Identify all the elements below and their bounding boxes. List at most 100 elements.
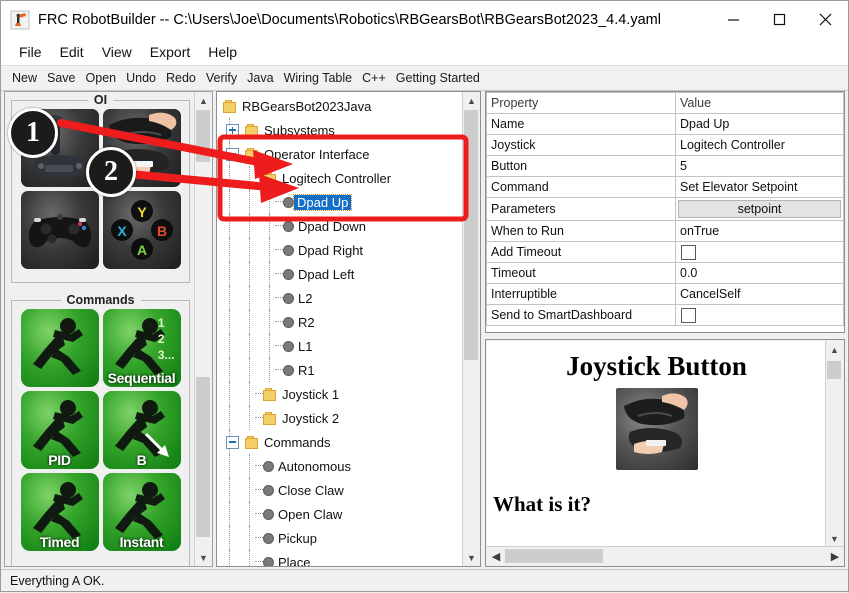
property-value-cell[interactable] — [676, 305, 844, 326]
tree-node[interactable]: R1 — [217, 358, 464, 382]
menu-file[interactable]: File — [10, 41, 51, 63]
tree-node[interactable]: Dpad Down — [217, 214, 464, 238]
help-hscroll-thumb[interactable] — [505, 549, 603, 563]
tree-guide-line — [249, 526, 251, 550]
help-vertical-scrollbar[interactable]: ▲ ▼ — [825, 341, 843, 547]
menu-edit[interactable]: Edit — [51, 41, 93, 63]
tree-scroll-thumb[interactable] — [464, 110, 478, 360]
tree-scroll-up-icon[interactable]: ▲ — [463, 92, 480, 109]
tree-guide-line — [275, 201, 283, 202]
menu-export[interactable]: Export — [141, 41, 199, 63]
tree-node[interactable]: Commands — [217, 430, 464, 454]
palette-tile-joystick-button-tile[interactable] — [103, 109, 181, 187]
palette-tile-joystick-tile[interactable] — [21, 109, 99, 187]
toolbar-redo[interactable]: Redo — [161, 68, 201, 88]
tree-guide-line — [255, 417, 263, 418]
tree-node-label: Close Claw — [274, 483, 344, 498]
tree-node[interactable]: L1 — [217, 334, 464, 358]
palette-tile-command-group-tile[interactable]: B — [103, 391, 181, 469]
tree-node[interactable]: Pickup — [217, 526, 464, 550]
palette-tile-sequential-command-tile[interactable]: 123...Sequential — [103, 309, 181, 387]
tree-node[interactable]: Close Claw — [217, 478, 464, 502]
robotbuilder-window: FRC RobotBuilder -- C:\Users\Joe\Documen… — [0, 0, 849, 592]
tree-node[interactable]: Joystick 2 — [217, 406, 464, 430]
help-scroll-down-icon[interactable]: ▼ — [826, 530, 843, 547]
help-scroll-right-icon[interactable]: ▶ — [826, 547, 844, 565]
tree-node[interactable]: Dpad Right — [217, 238, 464, 262]
tree-node-label: Autonomous — [274, 459, 351, 474]
toolbar-new[interactable]: New — [7, 68, 42, 88]
help-horizontal-scrollbar[interactable]: ◀ ▶ — [487, 546, 844, 565]
toolbar-undo[interactable]: Undo — [121, 68, 161, 88]
tree-node[interactable]: Joystick 1 — [217, 382, 464, 406]
tree-node[interactable]: L2 — [217, 286, 464, 310]
property-value-cell[interactable]: onTrue — [676, 221, 844, 242]
project-tree[interactable]: RBGearsBot2023Java Subsystems Operator Int… — [217, 92, 464, 566]
minimize-button[interactable] — [710, 1, 756, 38]
property-value-cell[interactable]: Set Elevator Setpoint — [676, 177, 844, 198]
tree-node[interactable]: Dpad Left — [217, 262, 464, 286]
tree-vertical-scrollbar[interactable]: ▲ ▼ — [462, 92, 480, 566]
palette-vertical-scrollbar[interactable]: ▲ ▼ — [194, 92, 212, 566]
help-hscroll-track[interactable] — [505, 547, 826, 565]
toolbar-getting-started[interactable]: Getting Started — [391, 68, 485, 88]
palette-scroll-thumb-lower[interactable] — [196, 377, 210, 537]
expand-icon[interactable] — [226, 124, 239, 137]
tree-scroll-down-icon[interactable]: ▼ — [463, 549, 480, 566]
property-value-cell[interactable]: Dpad Up — [676, 114, 844, 135]
help-scroll-thumb[interactable] — [827, 361, 841, 379]
palette-tile-instant-command-tile[interactable]: Instant — [103, 473, 181, 551]
tree-node[interactable]: Place — [217, 550, 464, 567]
property-value-cell[interactable]: CancelSelf — [676, 284, 844, 305]
scroll-down-icon[interactable]: ▼ — [195, 549, 212, 566]
palette-tile-gamepad-tile[interactable] — [21, 191, 99, 269]
maximize-button[interactable] — [756, 1, 802, 38]
property-table-panel: Property Value NameDpad UpJoystickLogite… — [485, 91, 845, 333]
toolbar-open[interactable]: Open — [81, 68, 122, 88]
property-row: Timeout0.0 — [487, 263, 844, 284]
tree-node[interactable]: Logitech Controller — [217, 166, 464, 190]
property-value-cell[interactable]: 0.0 — [676, 263, 844, 284]
palette-tile-dpad-buttons-tile[interactable]: YXBA — [103, 191, 181, 269]
toolbar: NewSaveOpenUndoRedoVerifyJavaWiring Tabl… — [1, 65, 848, 91]
tree-node[interactable]: Open Claw — [217, 502, 464, 526]
parameters-button[interactable]: setpoint — [678, 200, 841, 218]
tree-node-label: Joystick 2 — [278, 411, 339, 426]
menu-view[interactable]: View — [93, 41, 141, 63]
tree-node[interactable]: Operator Interface — [217, 142, 464, 166]
toolbar-save[interactable]: Save — [42, 68, 81, 88]
palette-tile-timed-command-tile[interactable]: Timed — [21, 473, 99, 551]
node-dot-icon — [263, 485, 274, 496]
tree-guide-line — [269, 286, 271, 310]
property-value-cell[interactable]: 5 — [676, 156, 844, 177]
tree-node[interactable]: Dpad Up — [217, 190, 464, 214]
property-value-cell[interactable]: setpoint — [676, 198, 844, 221]
palette-scroll-thumb[interactable] — [196, 110, 210, 162]
property-value-cell[interactable] — [676, 242, 844, 263]
tree-node[interactable]: Autonomous — [217, 454, 464, 478]
toolbar-wiring-table[interactable]: Wiring Table — [279, 68, 358, 88]
tree-node[interactable]: R2 — [217, 310, 464, 334]
menu-help[interactable]: Help — [199, 41, 246, 63]
tree-guide-line — [249, 478, 251, 502]
tree-node[interactable]: Subsystems — [217, 118, 464, 142]
help-scroll-up-icon[interactable]: ▲ — [826, 341, 843, 358]
tree-guide-line — [249, 382, 251, 406]
tree-node-label: Subsystems — [260, 123, 335, 138]
toolbar-c-[interactable]: C++ — [357, 68, 391, 88]
collapse-icon[interactable] — [226, 436, 239, 449]
tree-guide-line — [255, 561, 263, 562]
palette-tile-command-tile[interactable] — [21, 309, 99, 387]
checkbox[interactable] — [681, 308, 696, 323]
palette-tile-pid-command-tile[interactable]: PID — [21, 391, 99, 469]
close-button[interactable] — [802, 1, 848, 38]
toolbar-java[interactable]: Java — [242, 68, 278, 88]
node-dot-icon — [263, 557, 274, 568]
toolbar-verify[interactable]: Verify — [201, 68, 242, 88]
tree-node[interactable]: RBGearsBot2023Java — [217, 94, 464, 118]
collapse-icon[interactable] — [226, 148, 239, 161]
help-scroll-left-icon[interactable]: ◀ — [487, 547, 505, 565]
checkbox[interactable] — [681, 245, 696, 260]
property-value-cell[interactable]: Logitech Controller — [676, 135, 844, 156]
scroll-up-icon[interactable]: ▲ — [195, 92, 212, 109]
